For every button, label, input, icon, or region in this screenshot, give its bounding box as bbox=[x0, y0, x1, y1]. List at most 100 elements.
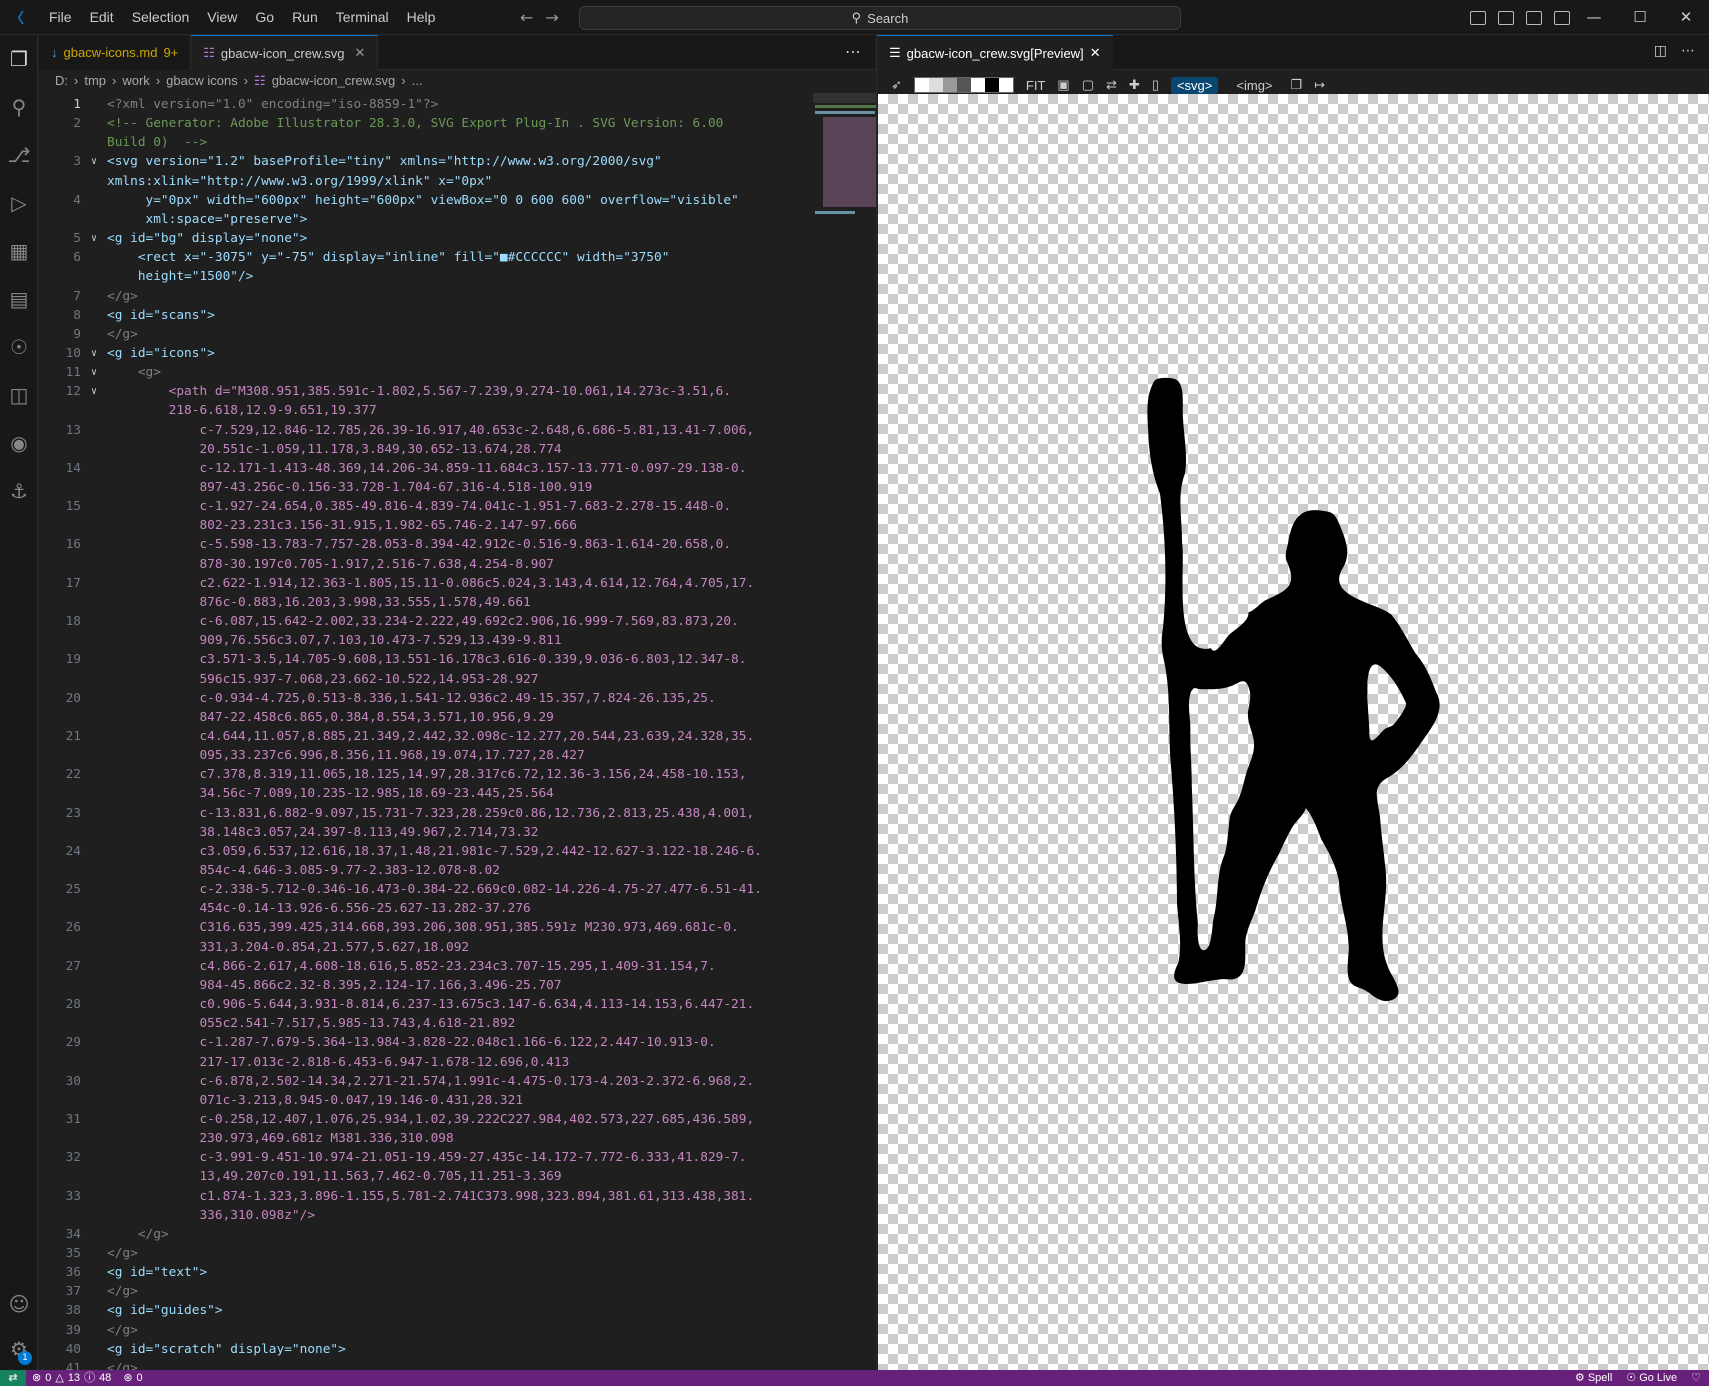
remote-explorer-icon[interactable]: ▤ bbox=[0, 275, 38, 323]
code-line[interactable]: 38 <g id="guides"> bbox=[39, 1301, 875, 1320]
notifications-bell-icon[interactable]: ♡ bbox=[1691, 1370, 1701, 1386]
problems-status[interactable]: ⊗ 0 △ 13 ⓘ 48 bbox=[26, 1370, 117, 1386]
code-line[interactable]: 876c-0.883,16.203,3.998,33.555,1.578,49.… bbox=[39, 593, 875, 612]
fold-chevron-icon[interactable]: ∨ bbox=[91, 363, 97, 382]
code-line[interactable]: 33 c1.874-1.323,3.896-1.155,5.781-2.741C… bbox=[39, 1187, 875, 1206]
svg-mode-button[interactable]: <svg> bbox=[1170, 76, 1219, 94]
fit-button[interactable]: FIT bbox=[1026, 78, 1046, 93]
code-line[interactable]: 055c2.541-7.517,5.985-13.743,4.618-21.89… bbox=[39, 1014, 875, 1033]
code-line[interactable]: 27 c4.866-2.617,4.608-18.616,5.852-23.23… bbox=[39, 957, 875, 976]
code-line[interactable]: 16 c-5.598-13.783-7.757-28.053-8.394-42.… bbox=[39, 535, 875, 554]
code-line[interactable]: 37 </g> bbox=[39, 1282, 875, 1301]
code-line[interactable]: 20 c-0.934-4.725,0.513-8.336,1.541-12.93… bbox=[39, 689, 875, 708]
fold-chevron-icon[interactable]: ∨ bbox=[91, 229, 97, 248]
menu-file[interactable]: File bbox=[40, 0, 81, 35]
code-line[interactable]: 35 </g> bbox=[39, 1244, 875, 1263]
code-line[interactable]: Build 0) --> bbox=[39, 133, 875, 152]
code-line[interactable]: 230.973,469.681z M381.336,310.098 bbox=[39, 1129, 875, 1148]
code-line[interactable]: 331,3.204-0.854,21.577,5.627,18.092 bbox=[39, 938, 875, 957]
tab-gbacw-icons-md[interactable]: ↓ gbacw-icons.md 9+ bbox=[39, 35, 192, 70]
accounts-icon[interactable]: ☺ bbox=[0, 1280, 38, 1328]
toggle-panel-icon[interactable] bbox=[1498, 11, 1514, 25]
pin-icon[interactable]: ➶ bbox=[891, 77, 902, 93]
code-line[interactable]: height="1500"/> bbox=[39, 267, 875, 286]
search-view-icon[interactable]: ⚲ bbox=[0, 83, 38, 131]
code-line[interactable]: 336,310.098z"/> bbox=[39, 1206, 875, 1225]
code-line[interactable]: 21 c4.644,11.057,8.885,21.349,2.442,32.0… bbox=[39, 727, 875, 746]
manage-gear-icon[interactable]: ⚙ 1 bbox=[0, 1325, 38, 1373]
ports-status[interactable]: ⊛ 0 bbox=[117, 1370, 148, 1386]
code-line[interactable]: 19 c3.571-3.5,14.705-9.608,13.551-16.178… bbox=[39, 650, 875, 669]
tab-svg-preview[interactable]: ☰ gbacw-icon_crew.svg[Preview] ✕ bbox=[877, 35, 1113, 70]
code-line[interactable]: 28 c0.906-5.644,3.931-8.814,6.237-13.675… bbox=[39, 995, 875, 1014]
ruler-icon[interactable]: ▯ bbox=[1152, 77, 1159, 93]
code-line[interactable]: 25 c-2.338-5.712-0.346-16.473-0.384-22.6… bbox=[39, 880, 875, 899]
git-graph-icon[interactable]: ☉ bbox=[0, 323, 38, 371]
code-line[interactable]: 071c-3.213,8.945-0.047,19.146-0.431,28.3… bbox=[39, 1091, 875, 1110]
breadcrumb-item[interactable]: tmp bbox=[84, 70, 106, 92]
minimize-icon[interactable]: — bbox=[1571, 0, 1617, 35]
code-line[interactable]: 11 ∨ <g> bbox=[39, 363, 875, 382]
breadcrumb-item[interactable]: ... bbox=[412, 70, 423, 92]
code-line[interactable]: 29 c-1.287-7.679-5.364-13.984-3.828-22.0… bbox=[39, 1033, 875, 1052]
menu-edit[interactable]: Edit bbox=[81, 0, 123, 35]
code-line[interactable]: 7 </g> bbox=[39, 287, 875, 306]
code-line[interactable]: 32 c-3.991-9.451-10.974-21.051-19.459-27… bbox=[39, 1148, 875, 1167]
code-line[interactable]: 24 c3.059,6.537,12.616,18.37,1.48,21.981… bbox=[39, 842, 875, 861]
breadcrumb-item[interactable]: gbacw-icon_crew.svg bbox=[272, 70, 396, 92]
code-line[interactable]: 5 ∨ <g id="bg" display="none"> bbox=[39, 229, 875, 248]
run-debug-icon[interactable]: ▷ bbox=[0, 179, 38, 227]
breadcrumb-item[interactable]: work bbox=[122, 70, 149, 92]
code-line[interactable]: 218-6.618,12.9-9.651,19.377 bbox=[39, 401, 875, 420]
code-line[interactable]: 802-23.231c3.156-31.915,1.982-65.746-2.1… bbox=[39, 516, 875, 535]
code-line[interactable]: 36 <g id="text"> bbox=[39, 1263, 875, 1282]
source-control-icon[interactable]: ⎇ bbox=[0, 131, 38, 179]
code-line[interactable]: 878-30.197c0.705-1.917,2.516-7.638,4.254… bbox=[39, 555, 875, 574]
close-tab-icon[interactable]: ✕ bbox=[1090, 45, 1101, 61]
crosshair-icon[interactable]: ✚ bbox=[1129, 77, 1140, 93]
split-editor-icon[interactable]: ◫ bbox=[1654, 35, 1667, 68]
command-center-search[interactable]: ⚲ Search bbox=[579, 6, 1181, 30]
code-line[interactable]: 12 ∨ <path d="M308.951,385.591c-1.802,5.5… bbox=[39, 382, 875, 401]
code-line[interactable]: 9 </g> bbox=[39, 325, 875, 344]
fold-chevron-icon[interactable]: ∨ bbox=[91, 344, 97, 363]
toggle-primary-sidebar-icon[interactable] bbox=[1470, 11, 1486, 25]
background-swatches[interactable] bbox=[913, 77, 1014, 93]
toggle-secondary-sidebar-icon[interactable] bbox=[1526, 11, 1542, 25]
github-icon[interactable]: ◉ bbox=[0, 419, 38, 467]
code-line[interactable]: 984-45.866c2.32-8.395,2.124-17.166,3.496… bbox=[39, 976, 875, 995]
code-line[interactable]: 31 c-0.258,12.407,1.076,25.934,1.02,39.2… bbox=[39, 1110, 875, 1129]
code-line[interactable]: 17 c2.622-1.914,12.363-1.805,15.11-0.086… bbox=[39, 574, 875, 593]
code-line[interactable]: 2 <!-- Generator: Adobe Illustrator 28.3.… bbox=[39, 114, 875, 133]
remote-indicator-icon[interactable]: ⇄ bbox=[0, 1370, 26, 1386]
breadcrumb-item[interactable]: gbacw icons bbox=[166, 70, 238, 92]
code-line[interactable]: 39 </g> bbox=[39, 1321, 875, 1340]
code-line[interactable]: xmlns:xlink="http://www.w3.org/1999/xlin… bbox=[39, 172, 875, 191]
go-live-status[interactable]: ☉ Go Live bbox=[1626, 1370, 1677, 1386]
copy-icon[interactable]: ❐ bbox=[1291, 77, 1303, 93]
code-line[interactable]: 14 c-12.171-1.413-48.369,14.206-34.859-1… bbox=[39, 459, 875, 478]
close-window-icon[interactable]: ✕ bbox=[1663, 0, 1709, 35]
close-tab-icon[interactable]: ✕ bbox=[354, 45, 365, 61]
code-line[interactable]: 30 c-6.878,2.502-14.34,2.271-21.574,1.99… bbox=[39, 1072, 875, 1091]
fold-chevron-icon[interactable]: ∨ bbox=[91, 382, 97, 401]
code-line[interactable]: 217-17.013c-2.818-6.453-6.947-1.678-12.6… bbox=[39, 1053, 875, 1072]
menu-view[interactable]: View bbox=[198, 0, 246, 35]
export-icon[interactable]: ↦ bbox=[1314, 77, 1325, 93]
fold-chevron-icon[interactable]: ∨ bbox=[91, 152, 97, 171]
zoom-to-fit-icon[interactable]: ▣ bbox=[1057, 77, 1069, 93]
code-line[interactable]: 18 c-6.087,15.642-2.002,33.234-2.222,49.… bbox=[39, 612, 875, 631]
extensions-icon[interactable]: ▦ bbox=[0, 227, 38, 275]
code-line[interactable]: 897-43.256c-0.156-33.728-1.704-67.316-4.… bbox=[39, 478, 875, 497]
code-line[interactable]: 909,76.556c3.07,7.103,10.473-7.529,13.43… bbox=[39, 631, 875, 650]
code-line[interactable]: 4 y="0px" width="600px" height="600px" v… bbox=[39, 191, 875, 210]
docker-icon[interactable]: ⚓ bbox=[0, 467, 38, 515]
more-actions-icon[interactable]: ⋯ bbox=[1681, 35, 1695, 68]
spell-status[interactable]: ⚙ Spell bbox=[1575, 1370, 1612, 1386]
code-line[interactable]: 20.551c-1.059,11.178,3.849,30.652-13.674… bbox=[39, 440, 875, 459]
outline-tree-icon[interactable]: ◫ bbox=[0, 371, 38, 419]
code-line[interactable]: 8 <g id="scans"> bbox=[39, 306, 875, 325]
code-line[interactable]: 34 </g> bbox=[39, 1225, 875, 1244]
img-mode-button[interactable]: <img> bbox=[1230, 77, 1278, 94]
code-line[interactable]: 23 c-13.831,6.882-9.097,15.731-7.323,28.… bbox=[39, 804, 875, 823]
